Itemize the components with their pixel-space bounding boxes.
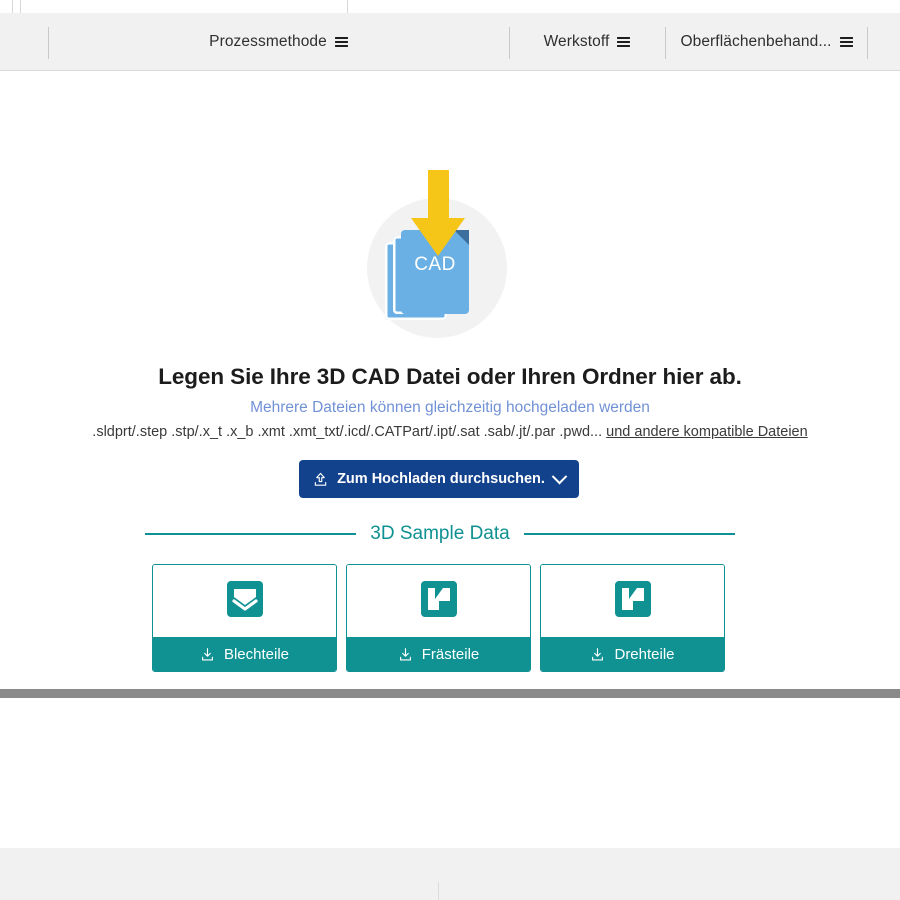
nav-item-oberflaechenbehandlung[interactable]: Oberflächenbehand... <box>665 13 868 71</box>
milled-part-icon <box>419 579 459 624</box>
column-divider <box>347 0 348 13</box>
sheet-metal-part-icon <box>225 579 265 624</box>
top-residual-strip <box>0 0 900 13</box>
download-icon <box>398 647 413 662</box>
sample-card-icon-area <box>153 565 336 637</box>
sample-data-divider: 3D Sample Data <box>145 523 735 544</box>
page-footer <box>0 848 900 900</box>
filter-nav-bar: Prozessmethode Werkstoff Oberflächenbeha… <box>0 13 900 71</box>
more-formats-link[interactable]: und andere kompatible Dateien <box>606 424 808 440</box>
download-arrow-icon <box>411 170 465 266</box>
sample-card-fraesteile[interactable]: Frästeile <box>346 564 531 672</box>
cad-upload-dropzone[interactable]: CAD Legen Sie Ihre 3D CAD Datei oder Ihr… <box>0 72 900 689</box>
sample-card-blechteile[interactable]: Blechteile <box>152 564 337 672</box>
sample-card-footer[interactable]: Drehteile <box>541 637 724 671</box>
sample-card-footer[interactable]: Blechteile <box>153 637 336 671</box>
nav-item-label: Werkstoff <box>543 33 610 50</box>
supported-extensions: .sldprt/.step .stp/.x_t .x_b .xmt .xmt_t… <box>0 424 900 440</box>
dropzone-subtitle: Mehrere Dateien können gleichzeitig hoch… <box>250 399 650 416</box>
nav-item-label: Prozessmethode <box>209 33 327 50</box>
nav-item-werkstoff[interactable]: Werkstoff <box>509 13 665 71</box>
sample-card-icon-area <box>347 565 530 637</box>
arrow-head <box>411 218 465 256</box>
filter-nav-inner: Prozessmethode Werkstoff Oberflächenbeha… <box>0 13 900 70</box>
download-icon <box>200 647 215 662</box>
sample-card-icon-area <box>541 565 724 637</box>
section-separator-bar <box>0 689 900 698</box>
column-divider <box>12 0 13 13</box>
lower-content-area <box>0 698 900 848</box>
cad-file-upload-icon: CAD <box>367 170 511 338</box>
nav-item-prozessmethode[interactable]: Prozessmethode <box>48 13 509 71</box>
sample-data-label: 3D Sample Data <box>370 523 510 544</box>
footer-divider <box>438 882 439 900</box>
dropzone-title: Legen Sie Ihre 3D CAD Datei oder Ihren O… <box>158 364 742 389</box>
supported-extensions-list: .sldprt/.step .stp/.x_t .x_b .xmt .xmt_t… <box>92 424 603 440</box>
divider-rule-right <box>523 533 735 535</box>
sample-card-footer[interactable]: Frästeile <box>347 637 530 671</box>
sample-data-card-list: Blechteile Frästeile Drehteile <box>152 564 725 672</box>
nav-item-label: Oberflächenbehand... <box>680 33 832 50</box>
hamburger-icon <box>334 35 348 50</box>
sample-card-label: Frästeile <box>421 645 480 663</box>
hamburger-icon <box>839 35 853 50</box>
sample-card-label: Blechteile <box>223 645 290 663</box>
browse-upload-button[interactable]: Zum Hochladen durchsuchen. <box>299 460 579 498</box>
browse-upload-label: Zum Hochladen durchsuchen. <box>337 471 545 487</box>
upload-icon <box>313 472 328 487</box>
download-icon <box>590 647 605 662</box>
turned-part-icon <box>613 579 653 624</box>
chevron-down-icon <box>551 468 568 484</box>
sample-card-drehteile[interactable]: Drehteile <box>540 564 725 672</box>
divider-rule-left <box>145 533 357 535</box>
column-divider <box>20 0 21 13</box>
hamburger-icon <box>617 35 631 50</box>
sample-card-label: Drehteile <box>614 645 675 663</box>
